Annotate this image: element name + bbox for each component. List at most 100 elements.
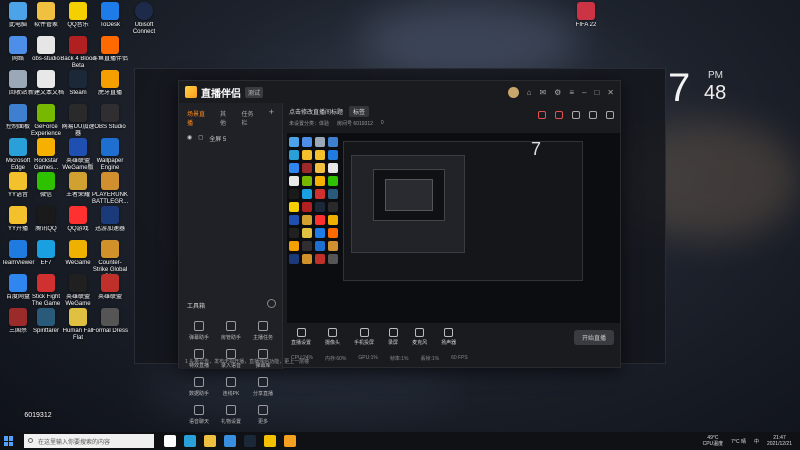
camera-button[interactable]: 摄像头 [325,328,340,346]
tab-scene-live[interactable]: 场景直播 [187,109,210,127]
cpu-temp[interactable]: 49°C CPU温度 [703,435,724,447]
desktop-shortcut[interactable]: 斗鱼直播伴侣 [92,36,128,63]
desktop-shortcut[interactable]: 英雄联盟WeGame [60,274,96,308]
system-tray: 49°C CPU温度 7°C 晴 中 21:47 2021/12/21 [703,435,800,447]
minimize-icon[interactable]: – [582,88,586,97]
toolbox-item[interactable]: 语音聊天 [183,405,215,425]
eye-icon[interactable]: ◉ [187,134,192,143]
app-version-badge: 测试 [245,86,264,98]
desktop-shortcut[interactable]: Rockstar Games... [28,138,64,172]
desktop-shortcut[interactable]: QQ音乐 [60,2,96,29]
store-icon[interactable] [224,435,236,447]
shortcut-label: 英雄联盟WeGame版 [62,158,94,171]
room-category[interactable]: 未设置分类：体验 [289,120,329,127]
desktop-shortcut[interactable]: 微信 [28,172,64,199]
chat-icon[interactable] [555,111,563,119]
toolbox-item[interactable]: 房管助手 [215,321,247,341]
toolbox-item[interactable]: 更多 [247,405,279,425]
taskbar-clock[interactable]: 21:47 2021/12/21 [767,435,792,447]
tab-other[interactable]: 其他 [220,109,232,127]
shortcut-label: PLAYERUNKNOWN'S BATTLEGR... [92,192,128,205]
desktop-shortcut[interactable]: Formal Dress [92,308,128,335]
microphone-button[interactable]: 麦克风 [412,328,427,346]
stream-app-icon[interactable] [284,435,296,447]
desktop-shortcut[interactable]: 英雄联盟WeGame版 [60,138,96,172]
edge-icon[interactable] [184,435,196,447]
steam-icon[interactable] [244,435,256,447]
input-language[interactable]: 中 [754,438,759,445]
windows-start-icon[interactable] [4,436,14,446]
tab-taskbar[interactable]: 任务栏 [241,109,258,127]
toolbox-item[interactable]: 主播任务 [247,321,279,341]
desktop-shortcut[interactable]: Spiritfarer [28,308,64,335]
desktop-shortcut[interactable]: 英雄联盟 [92,274,128,301]
toolbox-item[interactable]: 连线PK [215,377,247,397]
preview-icon [328,137,338,147]
toolbox-item[interactable]: 数据助手 [183,377,215,397]
phone-cast-button[interactable]: 手机投屏 [354,328,374,346]
desktop-shortcut[interactable]: Back 4 Blood Beta [60,36,96,70]
desktop-shortcut[interactable]: QQ游戏 [60,206,96,233]
bell-icon[interactable] [589,111,597,119]
close-icon[interactable]: ✕ [607,88,614,97]
desktop-shortcut[interactable]: Wallpaper Engine [92,138,128,172]
desktop-shortcut[interactable]: 网易UU加速器 [60,104,96,138]
desktop-shortcut[interactable]: 软件管家 [28,2,64,29]
ubisoft-icon [135,2,153,20]
toolbox-item[interactable]: 分享直播 [247,377,279,397]
desktop-shortcut[interactable]: 腾讯QQ [28,206,64,233]
yellow-app-icon[interactable] [264,435,276,447]
taskbar-search-input[interactable]: 在这里输入你要搜索的内容 [24,434,154,448]
desktop-shortcut[interactable]: EF7 [28,240,64,267]
notice-text: 1 头条公告，发布无损开播，直播伴侣功能，更上一层楼 [185,359,310,365]
desktop-shortcut[interactable]: PLAYERUNKNOWN'S BATTLEGR... [92,172,128,206]
ubisoft-connect-shortcut[interactable]: Ubisoft Connect [126,2,162,36]
mail-icon[interactable]: ✉ [539,88,546,97]
maximize-icon[interactable]: □ [594,88,599,97]
toolbox-item[interactable]: 礼物设置 [215,405,247,425]
menu-icon[interactable]: ≡ [569,88,574,97]
toolbox-item[interactable]: 弹幕助手 [183,321,215,341]
calendar-icon[interactable] [572,111,580,119]
desktop-shortcut[interactable]: 迅游加速器 [92,206,128,233]
weather-text[interactable]: 7°C 晴 [731,438,746,445]
tool-icon [194,405,204,415]
desktop-shortcut[interactable]: OBS Studio [92,104,128,131]
task-view-icon[interactable] [164,435,176,447]
status-bar: CPU:24% 内存:60% GPU:1% 帧率:1% 丢帧:1% 60 FPS [291,355,468,362]
desktop-shortcut[interactable]: WeGame [60,240,96,267]
screen-record-button[interactable]: 录屏 [388,328,398,346]
explorer-icon[interactable] [204,435,216,447]
tool-label: 连线PK [222,391,240,397]
scene-item[interactable]: ◉ ◻ 全屏 5 [179,131,282,146]
avatar[interactable] [507,86,519,98]
status-metric: 60 FPS [451,355,468,361]
desktop-shortcut[interactable]: 王者荣耀 [60,172,96,199]
desktop-shortcut[interactable]: Steam [60,70,96,97]
preview-icon [328,202,338,212]
gift-icon[interactable]: ⌂ [527,88,532,97]
toolbox-settings-icon[interactable] [267,299,276,308]
desktop-shortcut[interactable]: Counter-Strike Global Of... [92,240,128,275]
lock-icon[interactable]: ◻ [198,134,203,143]
desktop-shortcut[interactable]: GeForce Experience [28,104,64,138]
desktop-shortcut[interactable]: ToDesk [92,2,128,29]
settings-icon[interactable]: ⚙ [554,88,561,97]
gift-box-icon[interactable] [538,111,546,119]
preview-icon [302,202,312,212]
desktop-shortcut[interactable]: Stick Fight The Game [28,274,64,308]
fifa-shortcut[interactable]: FIFA 22 [568,2,604,29]
desktop-shortcut[interactable]: 新建文本文档 [28,70,64,97]
live-settings-button[interactable]: 直播设置 [291,328,311,346]
desktop-shortcut[interactable]: 虎牙直播 [92,70,128,97]
room-tag[interactable]: 标签 [349,106,370,117]
add-scene-icon[interactable]: + [269,108,274,127]
room-title[interactable]: 点击修改直播间标题 [289,107,343,116]
shortcut-label: 王者荣耀 [65,192,90,198]
speaker-button[interactable]: 扬声器 [441,328,456,346]
start-live-button[interactable]: 开始直播 [573,329,614,345]
stream-preview[interactable]: 7 [287,133,620,323]
desktop-shortcut[interactable]: Human Fall Flat [60,308,96,342]
desktop-shortcut[interactable]: obs-studio [28,36,64,63]
share-icon[interactable] [606,111,614,119]
